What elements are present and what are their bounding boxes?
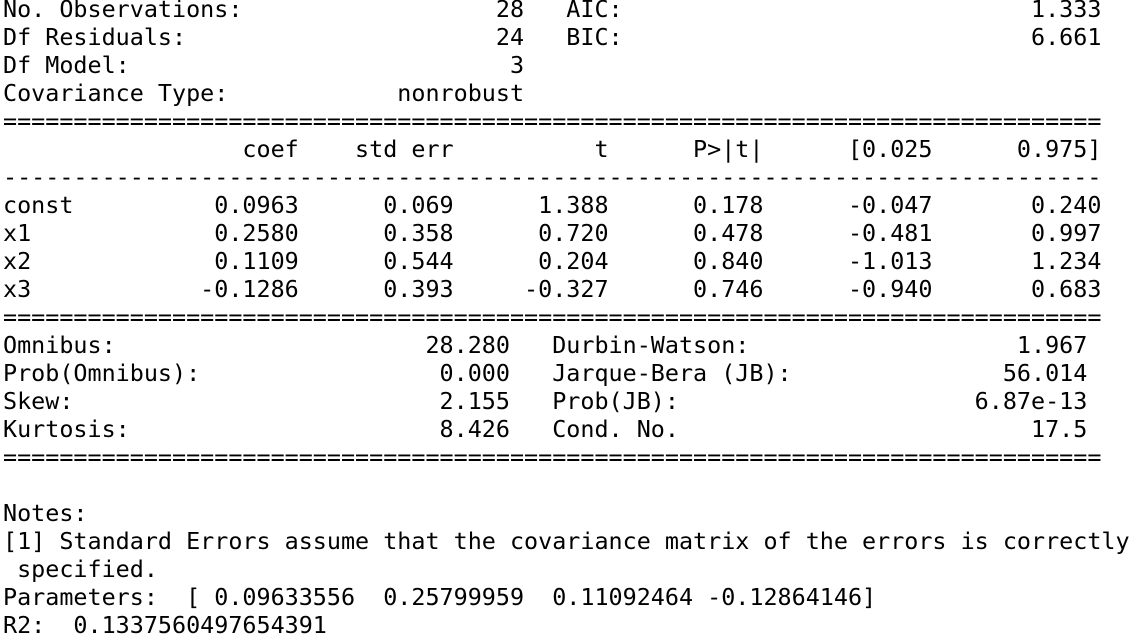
notes-line-continuation: specified. [3,555,158,583]
parameters-line: Parameters: [ 0.09633556 0.25799959 0.11… [3,583,877,611]
separator-single: ----------------------------------------… [3,163,1102,191]
coef-row-x3: x3 -0.1286 0.393 -0.327 0.746 -0.940 0.6… [3,275,1102,303]
diagnostics-row-omnibus: Omnibus: 28.280 Durbin-Watson: 1.967 [3,331,1088,359]
diagnostics-row-kurtosis: Kurtosis: 8.426 Cond. No. 17.5 [3,415,1088,443]
summary-row-df-model: Df Model: 3 [3,51,525,79]
notes-line: [1] Standard Errors assume that the cova… [3,527,1130,555]
coef-row-const: const 0.0963 0.069 1.388 0.178 -0.047 0.… [3,191,1102,219]
separator-double: ========================================… [3,107,1102,135]
separator-double: ========================================… [3,303,1102,331]
summary-row-covariance-type: Covariance Type: nonrobust [3,79,525,107]
diagnostics-row-prob-omnibus: Prob(Omnibus): 0.000 Jarque-Bera (JB): 5… [3,359,1088,387]
r2-line: R2: 0.1337560497654391 [3,611,327,639]
summary-row-observations-aic: No. Observations: 28 AIC: 1.333 [3,0,1102,23]
diagnostics-row-skew: Skew: 2.155 Prob(JB): 6.87e-13 [3,387,1088,415]
summary-row-residuals-bic: Df Residuals: 24 BIC: 6.661 [3,23,1102,51]
notes-heading: Notes: [3,499,88,527]
coef-table-header: coef std err t P>|t| [0.025 0.975] [3,135,1102,163]
console-output: No. Observations: 28 AIC: 1.333 Df Residu… [3,0,1130,639]
coef-row-x2: x2 0.1109 0.544 0.204 0.840 -1.013 1.234 [3,247,1102,275]
coef-row-x1: x1 0.2580 0.358 0.720 0.478 -0.481 0.997 [3,219,1102,247]
separator-double: ========================================… [3,443,1102,471]
